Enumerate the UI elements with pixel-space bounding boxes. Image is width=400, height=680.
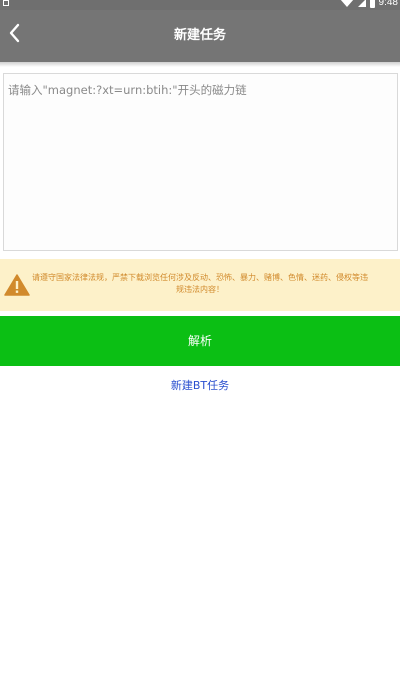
status-time: 9:48 [378, 0, 398, 8]
legal-warning-banner: 请遵守国家法律法规，严禁下载浏览任何涉及反动、恐怖、暴力、赌博、色情、迷药、侵权… [0, 259, 400, 311]
warning-text: 请遵守国家法律法规，严禁下载浏览任何涉及反动、恐怖、暴力、赌博、色情、迷药、侵权… [32, 273, 368, 294]
wifi-icon [339, 0, 354, 7]
signal-icon [357, 0, 366, 7]
warning-triangle-icon [4, 274, 30, 296]
new-bt-task-link[interactable]: 新建BT任务 [0, 376, 400, 396]
magnet-link-input[interactable] [3, 73, 398, 251]
app-header: 新建任务 [0, 10, 400, 62]
status-icons: 9:48 [339, 0, 398, 9]
parse-button[interactable]: 解析 [0, 316, 400, 366]
status-bar: 9:48 [0, 0, 400, 10]
header-shadow [0, 62, 400, 67]
battery-icon [369, 0, 375, 8]
notification-icon [3, 0, 9, 6]
page-title: 新建任务 [173, 28, 226, 43]
